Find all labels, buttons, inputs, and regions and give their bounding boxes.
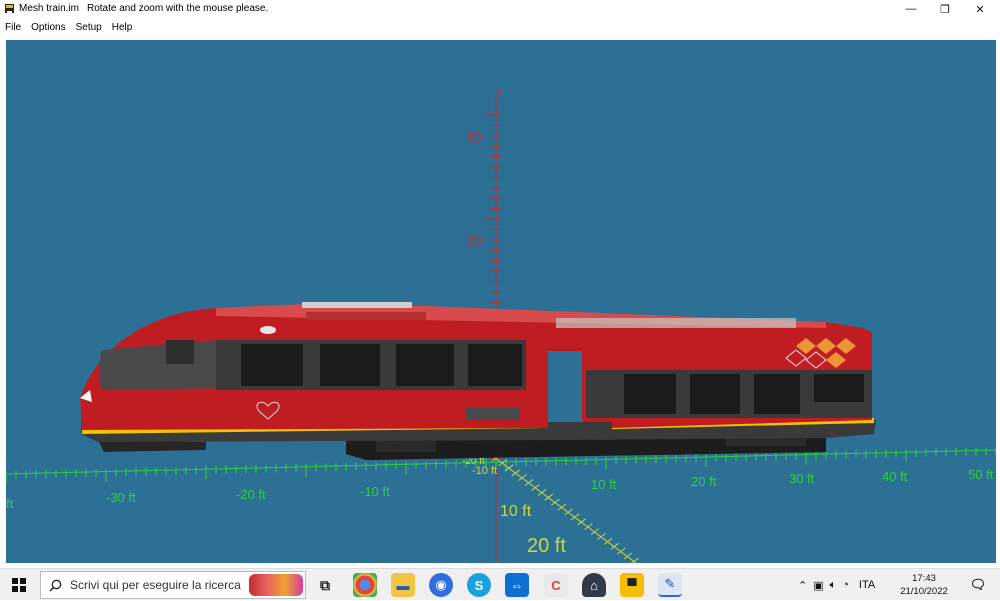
start-button[interactable] bbox=[0, 569, 38, 601]
y-axis-tick bbox=[570, 513, 580, 521]
x-tick-label-partial: ft bbox=[6, 496, 14, 511]
y-axis-tick bbox=[531, 483, 540, 491]
z-tick-label: 20 bbox=[467, 233, 481, 248]
x-tick-label: -30 ft bbox=[106, 490, 136, 505]
clock-time: 17:43 bbox=[912, 573, 936, 584]
train-model bbox=[80, 302, 876, 460]
y-tick-label: 10 ft bbox=[500, 503, 532, 520]
menu-bar: File Options Setup Help bbox=[0, 18, 1000, 36]
menu-options[interactable]: Options bbox=[31, 22, 65, 33]
steam-icon[interactable]: ⌂ bbox=[582, 573, 606, 597]
wifi-icon[interactable]: ◔ bbox=[842, 579, 849, 591]
x-tick-label: 40 ft bbox=[882, 469, 908, 484]
active-app-icon[interactable]: ✎ bbox=[658, 573, 682, 597]
teamviewer-icon[interactable]: ⇔ bbox=[505, 573, 529, 597]
taskbar: Scrivi qui per eseguire la ricerca ⧉ ▬ ◉… bbox=[0, 568, 1000, 600]
3d-viewport[interactable]: Z 30 20 ft -30 ft -20 ft -10 ft 10 ft 20… bbox=[6, 40, 996, 563]
z-tick-label: 30 bbox=[467, 129, 481, 144]
network-icon[interactable]: ▣ bbox=[813, 579, 823, 592]
y-axis-tick bbox=[577, 518, 587, 526]
y-axis-tick bbox=[544, 493, 554, 501]
skype-icon[interactable]: S bbox=[467, 573, 491, 597]
title-bar: Mesh train.im Rotate and zoom with the m… bbox=[0, 0, 1000, 18]
x-tick-label: 30 ft bbox=[789, 471, 815, 486]
language-indicator[interactable]: ITA bbox=[859, 579, 875, 591]
y-axis-tick bbox=[551, 498, 560, 506]
z-axis-label: Z bbox=[494, 87, 503, 103]
ccleaner-icon[interactable]: C bbox=[544, 573, 568, 597]
y-axis-tick bbox=[590, 528, 600, 535]
y-axis-tick bbox=[597, 532, 606, 540]
y-axis-tick bbox=[610, 542, 620, 550]
search-placeholder: Scrivi qui per eseguire la ricerca bbox=[70, 578, 241, 592]
x-tick-label: 50 ft bbox=[968, 467, 994, 482]
y-axis-tick bbox=[617, 547, 626, 555]
close-button[interactable]: ✕ bbox=[963, 0, 997, 18]
chevron-up-icon[interactable]: ⌃ bbox=[798, 579, 807, 592]
y-axis-tick bbox=[623, 552, 633, 560]
y-axis-tick bbox=[584, 523, 593, 531]
search-highlight-image bbox=[249, 574, 303, 596]
notification-icon[interactable]: 🗨︎ bbox=[966, 573, 990, 597]
chrome-icon[interactable] bbox=[353, 573, 377, 597]
y-tick-label: -10 ft bbox=[472, 465, 497, 477]
file-explorer-icon[interactable]: ▬ bbox=[391, 573, 415, 597]
scene-canvas: Z 30 20 ft -30 ft -20 ft -10 ft 10 ft 20… bbox=[6, 87, 996, 563]
y-axis-tick bbox=[603, 537, 613, 545]
x-tick-label: 20 ft bbox=[691, 474, 717, 489]
search-box[interactable]: Scrivi qui per eseguire la ricerca bbox=[40, 571, 306, 599]
maximize-button[interactable]: ❐ bbox=[928, 0, 962, 18]
app-train-icon bbox=[5, 4, 14, 13]
x-tick-label: 10 ft bbox=[591, 477, 617, 492]
search-icon bbox=[49, 579, 62, 592]
windows-logo-icon bbox=[12, 578, 26, 592]
x-tick-label: -10 ft bbox=[360, 484, 390, 499]
y-tick-label: 20 ft bbox=[527, 535, 566, 557]
window-subtitle: Rotate and zoom with the mouse please. bbox=[87, 3, 269, 14]
minimize-button[interactable]: — bbox=[894, 0, 928, 18]
window-title: Mesh train.im bbox=[19, 3, 80, 14]
x-tick-label: -20 ft bbox=[236, 487, 266, 502]
menu-setup[interactable]: Setup bbox=[76, 22, 102, 33]
menu-help[interactable]: Help bbox=[112, 22, 133, 33]
volume-icon[interactable]: 🔈︎ bbox=[830, 579, 837, 592]
clock[interactable]: 17:43 21/10/2022 bbox=[899, 572, 949, 598]
y-axis-tick bbox=[557, 503, 567, 511]
clock-date: 21/10/2022 bbox=[900, 586, 948, 597]
task-view-icon[interactable]: ⧉ bbox=[313, 573, 337, 597]
train-app-icon[interactable]: ▀ bbox=[620, 573, 644, 597]
menu-file[interactable]: File bbox=[5, 22, 21, 33]
y-axis-tick bbox=[537, 488, 547, 496]
github-desktop-icon[interactable]: ◉ bbox=[429, 573, 453, 597]
y-axis-tick bbox=[564, 508, 573, 516]
